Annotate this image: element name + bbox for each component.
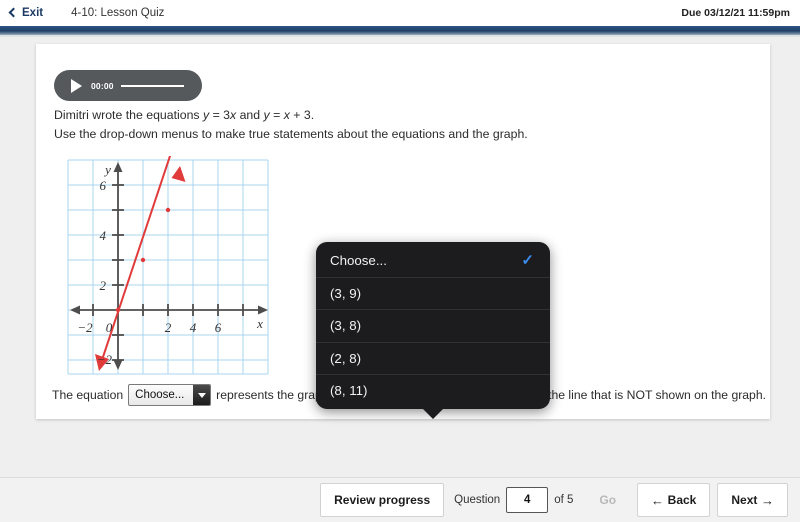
chevron-down-icon[interactable] — [193, 385, 211, 405]
go-button[interactable]: Go — [585, 485, 631, 515]
prompt-eq-3: + 3. — [289, 108, 315, 122]
equation-dropdown-value: Choose... — [135, 389, 185, 401]
audio-progress-bar[interactable] — [120, 84, 184, 87]
dropdown-option-2[interactable]: (3, 8) — [316, 309, 550, 342]
y-tick-6: 6 — [100, 178, 107, 193]
y-tick--2: −2 — [97, 352, 113, 367]
top-header: Exit 4-10: Lesson Quiz Due 03/12/21 11:5… — [0, 0, 800, 26]
audio-player[interactable]: 00:00 — [54, 70, 202, 101]
back-button[interactable]: ← Back — [637, 483, 711, 517]
dropdown-option-label: (3, 9) — [330, 285, 362, 301]
dropdown-pointer — [422, 407, 444, 419]
y-tick-4: 4 — [100, 228, 107, 243]
due-date: Due 03/12/21 11:59pm — [681, 7, 790, 19]
audio-time: 00:00 — [91, 80, 114, 91]
next-button[interactable]: Next → — [717, 483, 788, 517]
play-icon[interactable] — [71, 78, 82, 93]
review-progress-button[interactable]: Review progress — [320, 483, 445, 517]
next-label: Next — [731, 493, 758, 507]
quiz-title: 4-10: Lesson Quiz — [71, 7, 165, 19]
exit-button[interactable]: Exit — [8, 7, 44, 19]
graph-svg: −2 0 2 4 6 2 4 6 −2 x y — [60, 131, 276, 378]
dropdown-option-choose[interactable]: Choose... ✓ — [316, 244, 550, 277]
header-accent-bar — [0, 26, 800, 35]
prompt-text: Dimitri wrote the equations — [54, 108, 203, 122]
question-number-input[interactable] — [506, 487, 549, 513]
prompt-and: and — [236, 108, 264, 122]
x-tick-0: 0 — [106, 320, 113, 335]
dropdown-option-label: (8, 11) — [330, 383, 368, 399]
point-dropdown-menu[interactable]: Choose... ✓ (3, 9) (3, 8) (2, 8) (8, 11) — [316, 242, 550, 419]
arrow-left-icon: ← — [651, 492, 668, 508]
question-label: Question — [454, 494, 501, 506]
dropdown-option-label: (3, 8) — [330, 318, 362, 334]
x-axis-label: x — [256, 316, 263, 331]
x-tick--2: −2 — [77, 320, 93, 335]
prompt-eq-2: = — [269, 108, 284, 122]
back-label: Back — [667, 493, 697, 507]
arrow-right-icon: → — [757, 492, 774, 508]
dropdown-option-1[interactable]: (3, 9) — [316, 276, 550, 310]
x-tick-4: 4 — [190, 320, 197, 335]
y-axis-label: y — [103, 162, 111, 177]
dropdown-option-label: Choose... — [330, 252, 387, 268]
prompt-eq-1: = 3 — [209, 108, 231, 122]
question-navigator: Question of 5 Go — [454, 485, 631, 515]
check-icon: ✓ — [521, 252, 534, 270]
prompt-line-1: Dimitri wrote the equations y = 3x and y… — [54, 106, 744, 125]
x-tick-2: 2 — [165, 320, 172, 335]
nav-group: Review progress Question of 5 Go ← Back … — [313, 483, 788, 517]
x-tick-6: 6 — [215, 320, 222, 335]
dropdown-option-4[interactable]: (8, 11) — [316, 374, 550, 407]
y-tick-2: 2 — [100, 278, 107, 293]
question-total-label: of 5 — [554, 494, 574, 506]
chevron-left-icon — [8, 7, 19, 17]
review-progress-label: Review progress — [334, 493, 431, 507]
page-body: 00:00 Dimitri wrote the equations y = 3x… — [0, 37, 800, 477]
equation-dropdown[interactable]: Choose... — [128, 384, 212, 406]
dropdown-option-label: (2, 8) — [330, 350, 362, 366]
dropdown-option-3[interactable]: (2, 8) — [316, 341, 550, 375]
sentence-part-1: The equation — [52, 388, 124, 402]
bottom-navigation: Review progress Question of 5 Go ← Back … — [0, 477, 800, 522]
exit-label: Exit — [22, 7, 44, 19]
coordinate-graph: −2 0 2 4 6 2 4 6 −2 x y — [60, 131, 276, 378]
question-prompt: Dimitri wrote the equations y = 3x and y… — [54, 106, 744, 144]
prompt-line-2: Use the drop-down menus to make true sta… — [54, 127, 528, 141]
